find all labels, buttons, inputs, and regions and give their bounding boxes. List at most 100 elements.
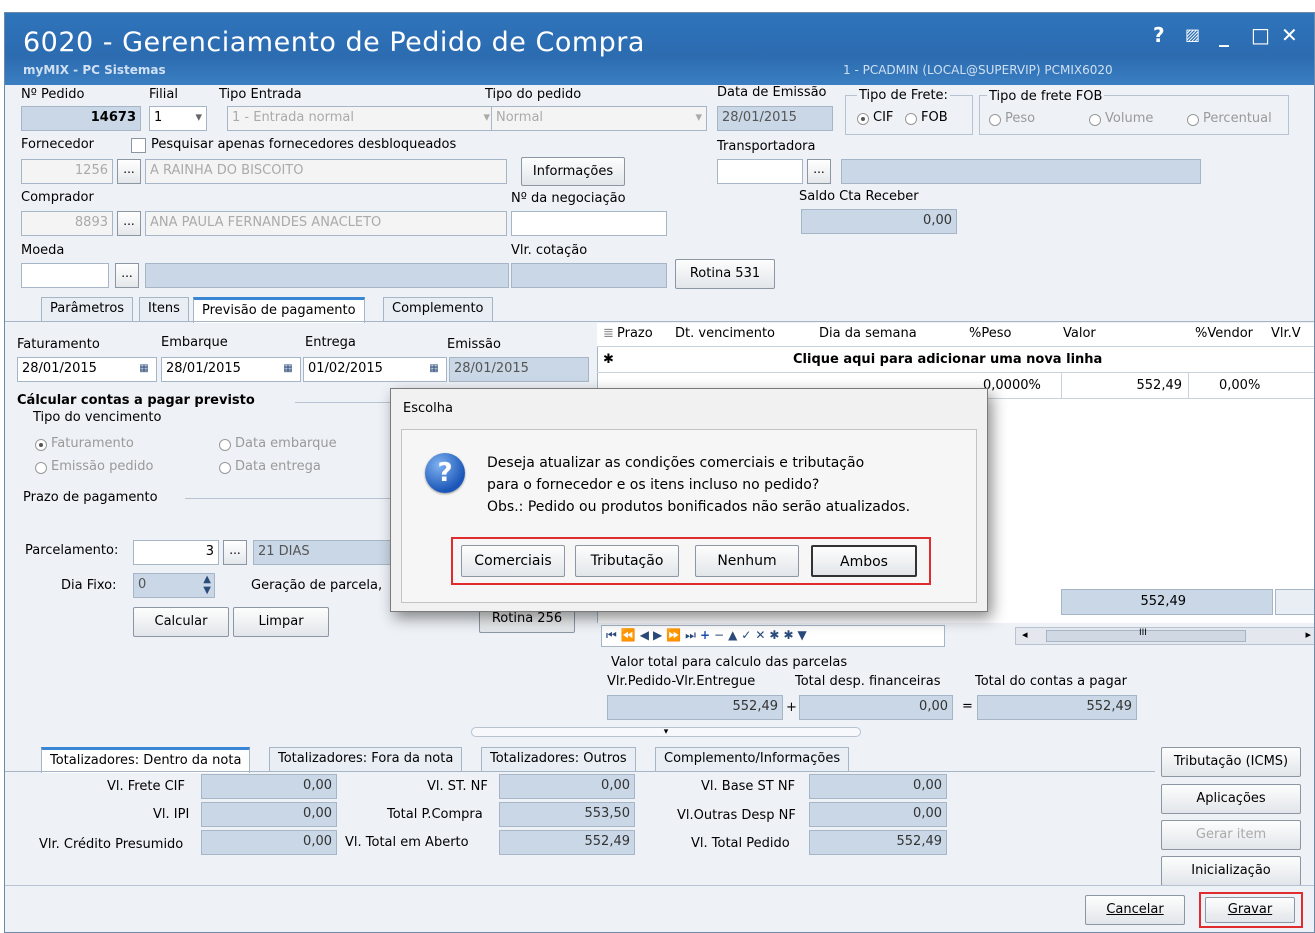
scroll-right-icon[interactable]: ▸ <box>1305 628 1311 641</box>
venc-emissao-radio[interactable] <box>35 462 47 474</box>
calendar-icon[interactable]: ▦ <box>424 360 444 380</box>
scroll-left-icon[interactable]: ◂ <box>1022 628 1028 641</box>
data-emissao-field[interactable]: 28/01/2015 <box>717 106 833 131</box>
comerciais-button[interactable]: Comerciais <box>461 545 565 577</box>
fornecedor-code-field[interactable]: 1256 <box>21 159 113 184</box>
venc-faturamento-radio[interactable] <box>35 439 47 451</box>
minimize-icon[interactable]: _ <box>1219 25 1229 45</box>
comprador-lookup-button[interactable]: ... <box>117 211 141 236</box>
inicializacao-button[interactable]: Inicialização <box>1161 856 1301 886</box>
moeda-lookup-button[interactable]: ... <box>115 263 139 288</box>
title-bar[interactable]: 6020 - Gerenciamento de Pedido de Compra… <box>5 13 1314 85</box>
cotacao-field <box>511 263 667 288</box>
ambos-button[interactable]: Ambos <box>811 545 917 577</box>
cancelar-button[interactable]: Cancelar <box>1085 895 1185 925</box>
tributacao-icms-button[interactable]: Tributação (ICMS) <box>1161 747 1301 777</box>
chevron-down-icon[interactable]: ▾ <box>483 110 490 125</box>
add-row-text[interactable]: Clique aqui para adicionar uma nova linh… <box>793 352 1102 367</box>
tipo-pedido-select[interactable]: Normal ▾ <box>491 106 707 131</box>
equals-sign: = <box>962 699 973 714</box>
nenhum-button[interactable]: Nenhum <box>695 545 799 577</box>
pesquisar-label: Pesquisar apenas fornecedores desbloquea… <box>151 137 457 152</box>
col-vencimento[interactable]: Dt. vencimento <box>675 326 775 341</box>
tab-itens[interactable]: Itens <box>139 297 189 321</box>
venc-entrega-radio[interactable] <box>219 462 231 474</box>
informacoes-button[interactable]: Informações <box>521 157 625 186</box>
gerar-item-button[interactable]: Gerar item <box>1161 820 1301 850</box>
embarque-field[interactable]: 28/01/2015 ▦ <box>161 357 301 382</box>
tab-totalizadores-dentro[interactable]: Totalizadores: Dentro da nota <box>41 747 251 773</box>
chevron-down-icon[interactable]: ▾ <box>695 110 702 125</box>
help-icon[interactable]: ? <box>1153 25 1165 45</box>
grid-navigator[interactable]: ⏮⏪◀▶⏩⏭+−▲✓✕✱✱▼ <box>601 625 945 647</box>
calcular-button[interactable]: Calcular <box>133 607 229 637</box>
fob-peso-radio[interactable] <box>989 114 1001 126</box>
tab-complemento[interactable]: Complemento <box>383 297 493 321</box>
pesquisar-checkbox[interactable] <box>131 138 146 153</box>
tipo-pedido-label: Tipo do pedido <box>485 87 582 102</box>
col-valor[interactable]: Valor <box>1063 326 1096 341</box>
comprador-name-field: ANA PAULA FERNANDES ANACLETO <box>145 211 507 236</box>
row-valor-cell[interactable]: 552,49 <box>1061 373 1189 398</box>
spinner-icon[interactable]: ▲ ▼ <box>203 574 211 596</box>
frete-cif-label: CIF <box>873 110 894 125</box>
limpar-button[interactable]: Limpar <box>233 607 329 637</box>
chevron-down-icon[interactable]: ▾ <box>195 110 202 125</box>
parcelamento-desc-field: 21 DIAS <box>253 540 395 565</box>
parcelamento-lookup-button[interactable]: ... <box>223 540 247 565</box>
total-compra-field: 553,50 <box>499 802 635 827</box>
tab-previsao[interactable]: Previsão de pagamento <box>193 297 365 323</box>
desp-fin-label: Total desp. financeiras <box>795 674 941 689</box>
tab-complemento-info[interactable]: Complemento/Informações <box>655 747 850 771</box>
frete-fob-radio[interactable] <box>905 113 917 125</box>
filial-select[interactable]: 1 ▾ <box>149 106 207 131</box>
maximize-icon[interactable]: □ <box>1251 25 1270 45</box>
fornecedor-lookup-button[interactable]: ... <box>117 159 141 184</box>
tab-parametros[interactable]: Parâmetros <box>41 297 134 321</box>
tipo-entrada-select[interactable]: 1 - Entrada normal ▾ <box>227 106 495 131</box>
col-vlr-v[interactable]: Vlr.V <box>1271 326 1301 341</box>
entrega-field[interactable]: 01/02/2015 ▦ <box>303 357 447 382</box>
grid-menu-icon[interactable]: ≣ <box>603 326 614 341</box>
pedido-entregue-field: 552,49 <box>607 695 783 720</box>
base-st-label: Vl. Base ST NF <box>701 779 796 794</box>
restore-icon[interactable]: ▨ <box>1185 25 1200 45</box>
rotina531-button[interactable]: Rotina 531 <box>675 259 775 289</box>
dia-fixo-field[interactable]: 0 ▲ ▼ <box>133 573 215 598</box>
grid-footer-cell <box>1275 589 1314 615</box>
scroll-thumb[interactable]: III <box>1046 628 1246 642</box>
venc-emissao-label: Emissão pedido <box>51 459 154 474</box>
transportadora-lookup-button[interactable]: ... <box>807 159 831 184</box>
total-aberto-label: Vl. Total em Aberto <box>345 835 469 850</box>
tributacao-button[interactable]: Tributação <box>575 545 679 577</box>
col-dia-semana[interactable]: Dia da semana <box>819 326 917 341</box>
faturamento-field[interactable]: 28/01/2015 ▦ <box>17 357 157 382</box>
parcelamento-field[interactable]: 3 <box>133 540 219 565</box>
contas-pagar-field: 552,49 <box>977 695 1137 720</box>
cotacao-label: Vlr. cotação <box>511 243 588 258</box>
venc-entrega-label: Data entrega <box>235 459 321 474</box>
plus-sign: + <box>786 700 797 715</box>
horizontal-scrollbar[interactable]: ◂ III ▸ <box>1015 627 1314 645</box>
col-vendor[interactable]: %Vendor <box>1195 326 1253 341</box>
col-peso[interactable]: %Peso <box>969 326 1011 341</box>
tab-totalizadores-outros[interactable]: Totalizadores: Outros <box>481 747 636 771</box>
add-row[interactable]: ✱ Clique aqui para adicionar uma nova li… <box>597 347 1314 373</box>
comprador-code-field[interactable]: 8893 <box>21 211 113 236</box>
venc-embarque-radio[interactable] <box>219 439 231 451</box>
negociacao-field[interactable] <box>511 211 667 236</box>
tab-totalizadores-fora[interactable]: Totalizadores: Fora da nota <box>269 747 463 771</box>
frete-cif-radio[interactable] <box>857 113 869 125</box>
aplicacoes-button[interactable]: Aplicações <box>1161 784 1301 814</box>
splitter-handle[interactable]: ▾ <box>471 727 861 737</box>
tipo-venc-label: Tipo do vencimento <box>33 410 162 425</box>
calendar-icon[interactable]: ▦ <box>134 360 154 380</box>
transportadora-code-field[interactable] <box>717 159 803 184</box>
fob-volume-radio[interactable] <box>1089 114 1101 126</box>
fob-percentual-radio[interactable] <box>1187 114 1199 126</box>
moeda-field[interactable] <box>21 263 109 288</box>
col-prazo[interactable]: Prazo <box>617 326 653 341</box>
calendar-icon[interactable]: ▦ <box>278 360 298 380</box>
close-icon[interactable]: ✕ <box>1281 25 1298 45</box>
pedido-field[interactable]: 14673 <box>21 106 141 131</box>
